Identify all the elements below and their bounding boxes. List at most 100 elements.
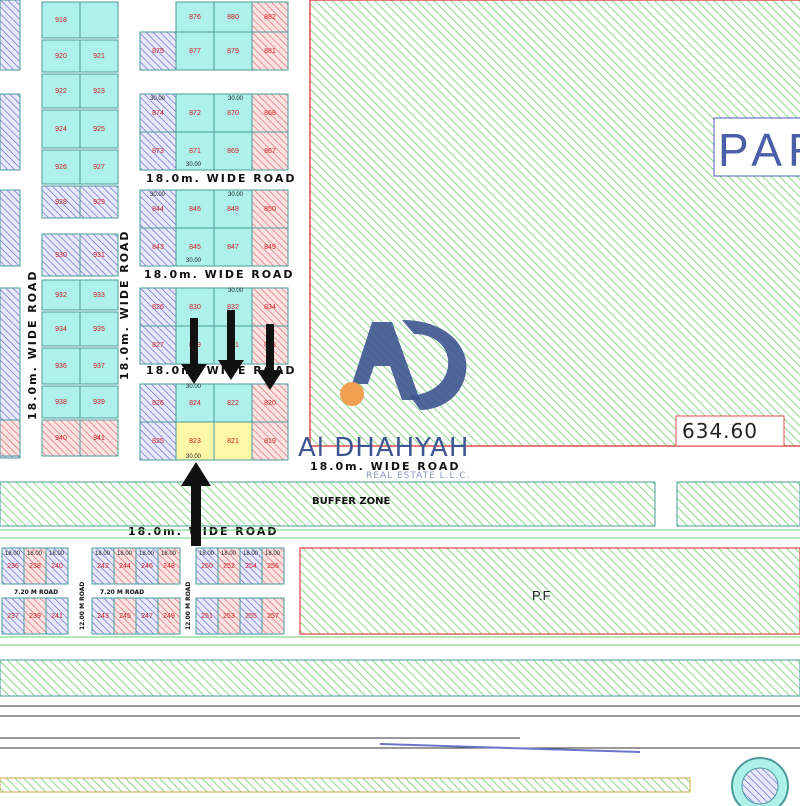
- plot-col-a: 924: [41, 109, 81, 149]
- plot-number: 928: [55, 199, 67, 206]
- plot-number: 826: [152, 400, 164, 407]
- plot-number: 248: [163, 563, 175, 570]
- buffer-zone-label: BUFFER ZONE: [312, 496, 391, 507]
- road-12m-label-a: 12.00 M ROAD: [79, 582, 86, 630]
- plot-block: 822: [213, 383, 253, 423]
- park-area: [309, 0, 800, 447]
- plot-number: 881: [264, 48, 276, 55]
- plot-block: 821: [213, 421, 253, 461]
- dimension-label: 18.00: [221, 551, 237, 557]
- plot-block: 834: [251, 287, 289, 327]
- plot-number: 936: [55, 363, 67, 370]
- dimension-label: 30.00: [186, 454, 202, 460]
- plot-col-a: 925: [79, 109, 119, 149]
- plot-number: 257: [267, 613, 279, 620]
- plot-block: 846: [175, 189, 215, 229]
- plot-col-a: 940: [41, 419, 81, 457]
- road-label-1: 18.0m. WIDE ROAD: [146, 172, 296, 185]
- plot-number: 822: [227, 400, 239, 407]
- plot-block: 880: [213, 1, 253, 33]
- plot-bottom-row: 251: [195, 597, 219, 635]
- plot-number: 867: [264, 148, 276, 155]
- dimension-label: 18.00: [161, 551, 177, 557]
- plot-col-a: 928: [41, 185, 81, 219]
- plot-number: 872: [189, 110, 201, 117]
- dimension-label: 18.00: [95, 551, 111, 557]
- dimension-label: 30.00: [228, 192, 244, 198]
- plot-col-a: 935: [79, 311, 119, 347]
- buffer-zone-strip-right: [676, 481, 800, 527]
- plot-bottom-row: 257: [261, 597, 285, 635]
- lower-green-strip: [0, 659, 800, 697]
- plot-number: 870: [227, 110, 239, 117]
- plot-block: 826: [139, 383, 177, 423]
- plot-number: 934: [55, 326, 67, 333]
- plot-number: 939: [93, 399, 105, 406]
- plot-col-a: 918: [41, 1, 81, 39]
- plot-number: 243: [97, 613, 109, 620]
- plot-bottom-row: 237: [1, 597, 25, 635]
- plots-left-edge: [0, 0, 21, 459]
- plots-column-a: 918 920 921 922 923 924 925 926 927 928 929 930 931 9…: [41, 1, 119, 457]
- dimension-label: 18.00: [265, 551, 281, 557]
- plot-number: 249: [163, 613, 175, 620]
- plot-number: 832: [227, 304, 239, 311]
- dimension-label: 18.00: [49, 551, 65, 557]
- plot-col-a: 930: [41, 233, 81, 277]
- plot-col-a: 921: [79, 39, 119, 73]
- plot-col-a: 934: [41, 311, 81, 347]
- dimension-label: 18.00: [243, 551, 259, 557]
- dimension-label: 18.00: [27, 551, 43, 557]
- plot-number: 929: [93, 199, 105, 206]
- plot-block: 877: [175, 31, 215, 71]
- plot-number: 925: [93, 126, 105, 133]
- bottom-strip: [0, 777, 691, 793]
- plot-col-a: 920: [41, 39, 81, 73]
- plot-block: 825: [139, 421, 177, 461]
- plot-block: 850: [251, 189, 289, 229]
- brand-subtitle: REAL ESTATE L.L.C.: [366, 471, 471, 481]
- plot-col-a: 938: [41, 385, 81, 419]
- plot-block: 872: [175, 93, 215, 133]
- dimension-label: 30.00: [228, 96, 244, 102]
- plot-number: 924: [55, 126, 67, 133]
- plot-block: 869: [213, 131, 253, 171]
- plot-number: 941: [93, 435, 105, 442]
- dimension-label: 18.00: [117, 551, 133, 557]
- plot-number: 875: [152, 48, 164, 55]
- dimension-label: 30.00: [186, 162, 202, 168]
- dimension-label: 18.00: [5, 551, 21, 557]
- plot-number: 879: [227, 48, 239, 55]
- plot-number: 848: [227, 206, 239, 213]
- plot-col-a: 929: [79, 185, 119, 219]
- plot-col-a: 932: [41, 279, 81, 311]
- plot-number: 918: [55, 17, 67, 24]
- plot-number: 834: [264, 304, 276, 311]
- plot-block: 847: [213, 227, 253, 267]
- brand-dot: [340, 382, 364, 406]
- plot-number: 940: [55, 435, 67, 442]
- plot-block: 868: [251, 93, 289, 133]
- plot-number: 874: [152, 110, 164, 117]
- plot-number: 824: [189, 400, 201, 407]
- plot-block: 879: [213, 31, 253, 71]
- plot-number: 251: [201, 613, 213, 620]
- plot-number: 844: [152, 206, 164, 213]
- plot-number: 921: [93, 53, 105, 60]
- plot-number: 873: [152, 148, 164, 155]
- plot-bottom-row: 255: [239, 597, 263, 635]
- plot-number: 253: [223, 613, 235, 620]
- plot-block: 882: [251, 1, 289, 33]
- plot-col-a: 937: [79, 347, 119, 385]
- plot-number: 821: [227, 438, 239, 445]
- plot-block: 873: [139, 131, 177, 171]
- plot-number: 236: [7, 563, 19, 570]
- plot-number: 922: [55, 88, 67, 95]
- road-label-vertical-mid: 18.0m. WIDE ROAD: [118, 230, 131, 380]
- road-label-vertical-left: 18.0m. WIDE ROAD: [26, 270, 39, 420]
- plot-number: 242: [97, 563, 109, 570]
- plot-col-a: 931: [79, 233, 119, 277]
- plot-col-a: 936: [41, 347, 81, 385]
- plot-number: 931: [93, 252, 105, 259]
- plot-number: 247: [141, 613, 153, 620]
